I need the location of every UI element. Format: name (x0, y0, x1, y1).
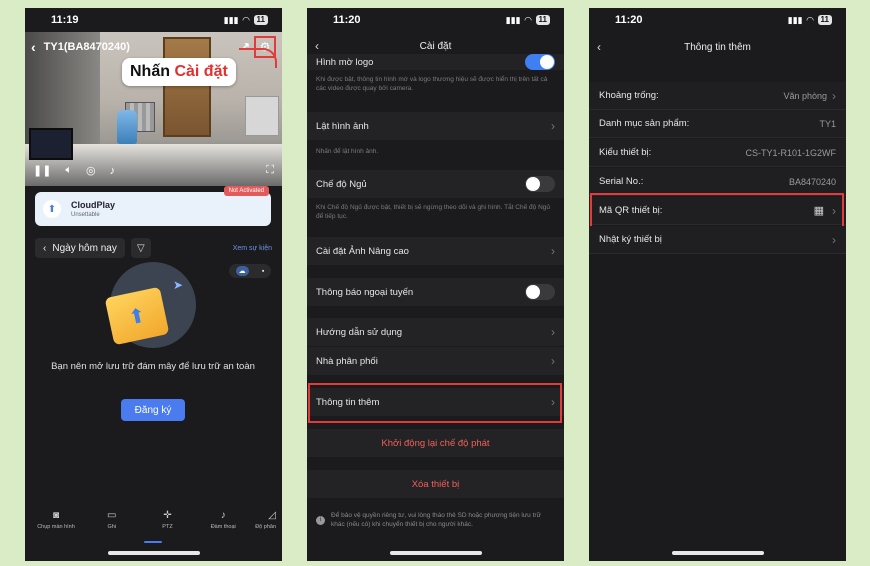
signal-icon: ▮▮▮ (505, 14, 521, 25)
page-title: Cài đặt (419, 40, 452, 52)
ptz-control-icon: ✛ (163, 510, 172, 521)
wifi-icon: ◠ (806, 14, 814, 25)
phone-more-info: 11:20 ▮▮▮ ◠ 11 ‹ Thông tin thêm Khoảng t… (589, 8, 846, 561)
battery-icon: 11 (253, 15, 268, 25)
logo-watermark-toggle[interactable] (525, 54, 555, 70)
view-events-link[interactable]: Xem sự kiện (233, 245, 272, 252)
product-category-row: Danh mục sản phẩm: TY1 (589, 110, 846, 138)
info-icon: i (316, 516, 325, 525)
ptz-icon[interactable]: ◎ (86, 164, 96, 177)
device-title: TY1(BA8470240) (43, 41, 130, 53)
not-activated-badge: Not Activated (223, 186, 269, 196)
sleep-mode-toggle[interactable] (525, 176, 555, 192)
space-row[interactable]: Khoảng trống: Văn phòng › (589, 82, 846, 110)
phone-settings: 11:20 ▮▮▮ ◠ 11 ‹ Cài đặt Hình mờ logo Kh… (307, 8, 564, 561)
status-time: 11:20 (333, 14, 361, 26)
resolution-button[interactable]: ◿ Độ phân (254, 510, 276, 530)
status-bar: 11:19 ▮▮▮ ◠ 11 (25, 8, 282, 32)
device-log-row[interactable]: Nhật ký thiết bị › (589, 226, 846, 254)
cloud-upload-icon: ⬆ (43, 200, 61, 218)
cloudplay-card[interactable]: ⬆ CloudPlay Unsettable Not Activated (35, 186, 271, 226)
offline-notification-row[interactable]: Thông báo ngoại tuyến (307, 278, 564, 306)
callout-label: Nhấn Cài đặt (122, 58, 236, 86)
flip-image-desc: Nhấn để lật hình ảnh. (316, 148, 379, 155)
callout-arrow (239, 48, 277, 68)
device-model-row: Kiểu thiết bị: CS-TY1-R101-1G2WF (589, 139, 846, 167)
home-indicator (389, 551, 482, 555)
restart-button[interactable]: Khởi động lại chế độ phát (307, 429, 564, 457)
monitor (29, 128, 73, 160)
device-qr-highlight (590, 193, 844, 229)
sleep-mode-desc: Khi Chế độ Ngủ được bật, thiết bị sẽ ngừ… (316, 204, 550, 220)
home-indicator (671, 551, 764, 555)
water-bottle (117, 110, 137, 144)
status-bar: 11:20 ▮▮▮ ◠ 11 (589, 8, 846, 32)
record-button[interactable]: ▭ Ghi (87, 510, 137, 530)
chevron-right-icon: › (551, 325, 555, 339)
mic-icon[interactable]: ♪ (110, 165, 116, 177)
camera-icon: ◙ (52, 510, 60, 521)
serial-number-row: Serial No.: BA8470240 (589, 168, 846, 196)
nav-bar: ‹ Thông tin thêm (589, 32, 846, 62)
delete-device-button[interactable]: Xóa thiết bị (307, 470, 564, 498)
chevron-left-icon: ‹ (43, 242, 47, 254)
page-indicator (144, 541, 162, 543)
wifi-icon: ◠ (242, 14, 250, 25)
ptz-button[interactable]: ✛ PTZ (143, 510, 193, 530)
privacy-notice: i Để bảo vệ quyền riêng tư, vui lòng thá… (316, 511, 555, 529)
wifi-icon: ◠ (524, 14, 532, 25)
bottom-toolbar: ◙ Chụp màn hình ▭ Ghi ✛ PTZ ♪ Đàm thoại … (25, 510, 282, 530)
distributor-row[interactable]: Nhà phân phối › (307, 347, 564, 375)
register-button[interactable]: Đăng ký (121, 399, 185, 421)
video-record-icon: ▭ (107, 510, 117, 521)
chevron-right-icon: › (551, 244, 555, 258)
pause-icon[interactable]: ❚❚ (33, 164, 51, 177)
talk-button[interactable]: ♪ Đàm thoại (198, 510, 248, 530)
chevron-right-icon: › (832, 232, 836, 247)
flip-image-row[interactable]: Lật hình ảnh › (307, 112, 564, 140)
chevron-right-icon: › (551, 354, 555, 368)
paper-plane-icon: ➤ (173, 278, 184, 292)
fullscreen-icon[interactable]: ⛶ (266, 164, 274, 177)
back-icon[interactable]: ‹ (597, 40, 601, 54)
phone-live-view: 11:19 ▮▮▮ ◠ 11 ‹ TY1(BA8470240) ↗ ⚙ ❚❚ 🔈… (25, 8, 282, 561)
sleep-mode-row[interactable]: Chế độ Ngủ (307, 170, 564, 198)
back-icon[interactable]: ‹ (31, 39, 36, 55)
chevron-right-icon: › (832, 88, 836, 103)
signal-icon: ▮▮▮ (787, 14, 803, 25)
filter-icon: ▽ (136, 242, 145, 254)
storage-toggle[interactable]: ☁ ▪ (229, 264, 271, 278)
status-bar: 11:20 ▮▮▮ ◠ 11 (307, 8, 564, 32)
logo-watermark-desc: Khi được bật, thông tin hình mờ và logo … (316, 76, 548, 92)
battery-icon: 11 (535, 15, 550, 25)
logo-watermark-row[interactable]: Hình mờ logo (307, 54, 564, 70)
status-time: 11:19 (51, 14, 79, 26)
more-info-highlight (308, 383, 562, 423)
resolution-icon: ◿ (268, 510, 276, 521)
home-indicator (107, 551, 200, 555)
date-selector[interactable]: ‹ Ngày hôm nay (35, 238, 125, 258)
filter-button[interactable]: ▽ (130, 238, 151, 258)
battery-icon: 11 (817, 15, 832, 25)
signal-icon: ▮▮▮ (223, 14, 239, 25)
back-icon[interactable]: ‹ (315, 39, 319, 53)
cloud-icon: ☁ (235, 266, 249, 276)
storage-message: Bạn nên mở lưu trữ đám mây để lưu trữ an… (51, 361, 255, 372)
screenshot-button[interactable]: ◙ Chụp màn hình (31, 510, 81, 530)
advanced-image-row[interactable]: Cài đặt Ảnh Nâng cao › (307, 237, 564, 265)
status-time: 11:20 (615, 14, 643, 26)
microphone-icon: ♪ (220, 510, 226, 521)
volume-icon[interactable]: 🔈︎ (65, 164, 72, 177)
sd-card-icon: ▪ (261, 267, 265, 275)
page-title: Thông tin thêm (684, 41, 751, 53)
chevron-right-icon: › (551, 119, 555, 133)
offline-notification-toggle[interactable] (525, 284, 555, 300)
user-guide-row[interactable]: Hướng dẫn sử dụng › (307, 318, 564, 346)
